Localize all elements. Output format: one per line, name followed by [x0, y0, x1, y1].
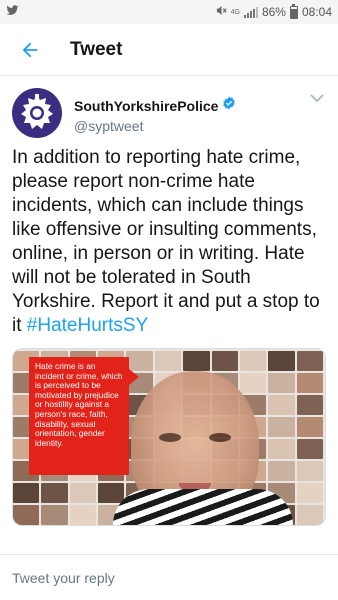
mosaic-tile	[69, 483, 97, 503]
mosaic-tile	[13, 505, 40, 525]
app-bar: Tweet	[0, 24, 338, 76]
battery-icon	[289, 3, 298, 19]
mosaic-tile	[69, 505, 97, 525]
mosaic-tile	[268, 395, 295, 415]
hashtag-link[interactable]: #HateHurtsSY	[27, 315, 148, 336]
status-bar: 4G 86% 08:04	[0, 0, 338, 24]
mosaic-tile	[296, 461, 323, 481]
mosaic-tile	[268, 439, 295, 459]
chevron-down-icon	[310, 94, 324, 103]
tweet-text: In addition to reporting hate crime, ple…	[0, 138, 338, 338]
mosaic-tile	[154, 351, 182, 371]
handle[interactable]: @syptweet	[74, 118, 236, 134]
mosaic-tile	[268, 417, 295, 437]
striped-shirt	[113, 489, 293, 525]
mute-icon	[216, 5, 227, 19]
mosaic-tile	[296, 395, 323, 415]
clock: 08:04	[301, 5, 332, 19]
mosaic-tile	[13, 483, 40, 503]
tweet-options-button[interactable]	[310, 90, 324, 108]
mosaic-tile	[268, 351, 295, 371]
network-type-icon: 4G	[230, 8, 240, 16]
battery-percent: 86%	[261, 5, 286, 19]
mosaic-tile	[41, 483, 68, 503]
mosaic-tile	[296, 417, 323, 437]
police-badge-icon	[21, 94, 53, 129]
tweet-body: In addition to reporting hate crime, ple…	[12, 147, 320, 336]
hate-crime-definition-box: Hate crime is an incident or crime, whic…	[29, 357, 139, 475]
twitter-notification-icon	[6, 5, 19, 19]
mosaic-tile	[296, 483, 323, 503]
tweet-header: SouthYorkshirePolice @syptweet	[0, 76, 338, 138]
mosaic-tile	[268, 373, 295, 393]
mosaic-tile	[296, 373, 323, 393]
mosaic-tile	[296, 505, 323, 525]
verified-badge-icon	[222, 96, 236, 115]
mosaic-tile	[98, 483, 125, 503]
signal-strength-icon	[243, 6, 258, 18]
reply-input[interactable]	[12, 569, 312, 586]
tweet-media-image[interactable]: Hate crime is an incident or crime, whic…	[12, 348, 326, 526]
mosaic-tile	[239, 373, 267, 393]
mosaic-tile	[296, 351, 323, 371]
mosaic-tile	[211, 351, 238, 371]
arrow-left-icon	[22, 42, 38, 57]
mosaic-tile	[239, 351, 267, 371]
mosaic-tile	[268, 461, 295, 481]
avatar[interactable]	[12, 88, 62, 138]
back-button[interactable]	[16, 36, 44, 64]
page-title: Tweet	[70, 38, 123, 60]
reply-bar	[0, 554, 338, 600]
right-eye	[209, 433, 231, 442]
mosaic-tile	[183, 351, 210, 371]
left-eye	[159, 433, 181, 442]
mosaic-tile	[296, 439, 323, 459]
display-name[interactable]: SouthYorkshirePolice	[74, 98, 218, 114]
mosaic-tile	[41, 505, 68, 525]
mosaic-tile	[126, 351, 153, 371]
